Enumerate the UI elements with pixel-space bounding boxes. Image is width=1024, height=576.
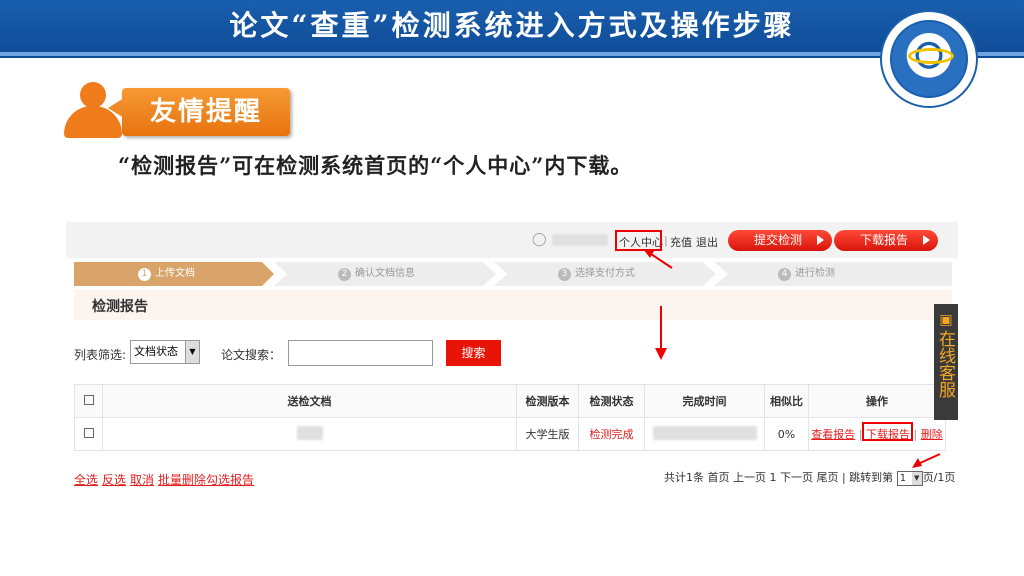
cancel-link[interactable]: 取消 xyxy=(130,473,154,487)
col-document: 送检文档 xyxy=(102,384,517,418)
col-status: 检测状态 xyxy=(578,384,645,418)
step-check: 4 进行检测 xyxy=(714,262,952,286)
table-header-row: 送检文档 检测版本 检测状态 完成时间 相似比 操作 xyxy=(74,384,946,418)
recharge-link[interactable]: 充值 xyxy=(670,234,692,250)
view-report-link[interactable]: 查看报告 xyxy=(811,428,855,441)
status-cell: 检测完成 xyxy=(578,417,645,451)
step-confirm: 2 确认文档信息 xyxy=(274,262,496,286)
chat-icon: ▣ xyxy=(939,312,953,328)
user-icon: ◯ xyxy=(532,232,547,247)
step-payment: 3 选择支付方式 xyxy=(494,262,716,286)
logout-link[interactable]: 退出 xyxy=(696,234,718,250)
chevron-down-icon: ▼ xyxy=(185,341,199,363)
similarity-cell: 0% xyxy=(764,417,809,451)
tip-text: “检测报告”可在检测系统首页的“个人中心”内下载。 xyxy=(118,153,633,178)
table-row: 大学生版 检测完成 0% 查看报告 | 下载报告 | 删除 xyxy=(74,417,946,451)
delete-link[interactable]: 删除 xyxy=(921,428,943,441)
col-actions: 操作 xyxy=(808,384,946,418)
filter-label: 列表筛选: xyxy=(74,348,127,362)
pagination: 共计1条 首页 上一页 1 下一页 尾页 | 跳转到第 1 ▼ 页/1页 xyxy=(664,470,956,486)
report-table: 送检文档 检测版本 检测状态 完成时间 相似比 操作 大学生版 检测完成 0% … xyxy=(74,384,946,451)
status-filter-select[interactable]: 文档状态 ▼ xyxy=(130,340,200,364)
download-report-button[interactable]: 下载报告 xyxy=(834,230,938,251)
user-header: ◯ | 个人中心 | 充值 退出 提交检测 下载报告 xyxy=(66,222,958,258)
system-screenshot: ◯ | 个人中心 | 充值 退出 提交检测 下载报告 1 上传文档 2 确认文档信息… xyxy=(66,222,958,492)
online-service-tab[interactable]: ▣ 在线客服 xyxy=(934,304,958,420)
document-name-redacted xyxy=(102,417,517,451)
university-seal-logo xyxy=(880,10,978,108)
col-version: 检测版本 xyxy=(516,384,579,418)
username-redacted xyxy=(552,234,608,246)
finish-time-redacted xyxy=(644,417,765,451)
step-upload: 1 上传文档 xyxy=(74,262,274,286)
search-label: 论文搜索： xyxy=(221,348,282,362)
col-finish-time: 完成时间 xyxy=(644,384,765,418)
slide-title: 论文“查重”检测系统进入方式及操作步骤 xyxy=(229,9,795,42)
search-input[interactable] xyxy=(288,340,433,366)
highlight-box-personal-center xyxy=(615,230,662,251)
search-button[interactable]: 搜索 xyxy=(446,340,501,366)
page-header: 检测报告 xyxy=(74,290,952,320)
progress-steps: 1 上传文档 2 确认文档信息 3 选择支付方式 4 进行检测 xyxy=(74,262,952,286)
person-icon xyxy=(80,82,106,108)
bulk-actions: 全选 反选 取消 批量删除勾选报告 xyxy=(74,471,258,488)
submit-check-button[interactable]: 提交检测 xyxy=(728,230,832,251)
col-similarity: 相似比 xyxy=(764,384,809,418)
page-title: 检测报告 xyxy=(92,299,148,315)
select-all-link[interactable]: 全选 xyxy=(74,473,98,487)
invert-selection-link[interactable]: 反选 xyxy=(102,473,126,487)
version-cell: 大学生版 xyxy=(516,417,579,451)
highlight-box-download-report xyxy=(862,422,913,441)
chevron-down-icon: ▼ xyxy=(911,471,922,485)
select-all-checkbox[interactable] xyxy=(83,394,94,405)
row-checkbox[interactable] xyxy=(83,427,94,438)
slide-header-line xyxy=(0,52,1024,56)
page-jump-select[interactable]: 1 ▼ xyxy=(896,470,923,486)
batch-delete-link[interactable]: 批量删除勾选报告 xyxy=(158,473,254,487)
reminder-label: 友情提醒 xyxy=(149,97,262,127)
